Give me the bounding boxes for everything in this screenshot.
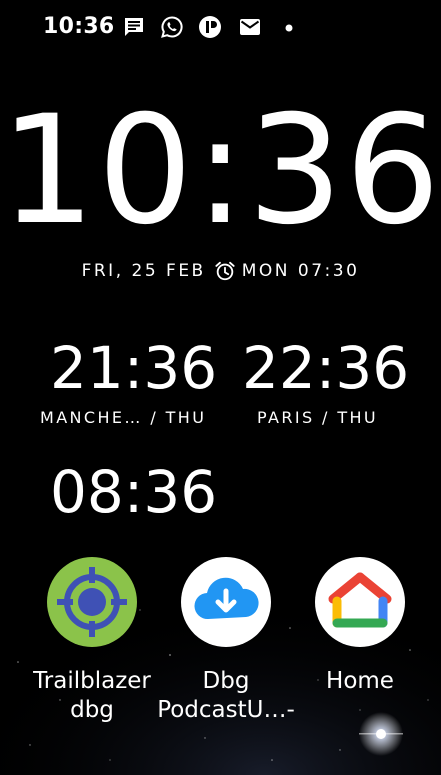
app-label-trailblazer: Trailblazer dbg	[33, 668, 151, 723]
date-text: FRI, 25 FEB	[81, 261, 206, 281]
world-clock-label-1: MANCHE… / THU	[40, 408, 207, 427]
more-dot-icon	[285, 24, 293, 32]
app-icon	[199, 16, 221, 38]
app-google-home[interactable]: Home	[290, 557, 430, 696]
whatsapp-icon	[161, 16, 183, 38]
world-clock-time-2[interactable]: 22:36	[242, 336, 409, 400]
app-label-podcast: Dbg PodcastU…-	[157, 668, 295, 723]
alarm-clock-icon	[215, 261, 235, 281]
app-podcast[interactable]: Dbg PodcastU…-	[156, 557, 296, 725]
world-clock-label-2: PARIS / THU	[257, 408, 379, 427]
next-alarm-text[interactable]: MON 07:30	[242, 261, 360, 281]
app-trailblazer[interactable]: Trailblazer dbg	[22, 557, 162, 725]
google-home-icon[interactable]	[315, 557, 405, 647]
app-label-home: Home	[326, 668, 394, 694]
gmail-icon	[240, 19, 260, 35]
world-clock-time-3[interactable]: 08:36	[50, 460, 217, 524]
date-alarm-row: FRI, 25 FEB MON 07:30	[0, 260, 441, 282]
status-time: 10:36	[43, 14, 115, 39]
trailblazer-icon[interactable]	[47, 557, 137, 647]
status-bar: 10:36	[0, 0, 441, 56]
message-icon	[125, 18, 143, 36]
world-clock-time-1[interactable]: 21:36	[50, 336, 217, 400]
main-clock[interactable]: 10:36	[0, 86, 441, 256]
cloud-download-icon[interactable]	[181, 557, 271, 647]
